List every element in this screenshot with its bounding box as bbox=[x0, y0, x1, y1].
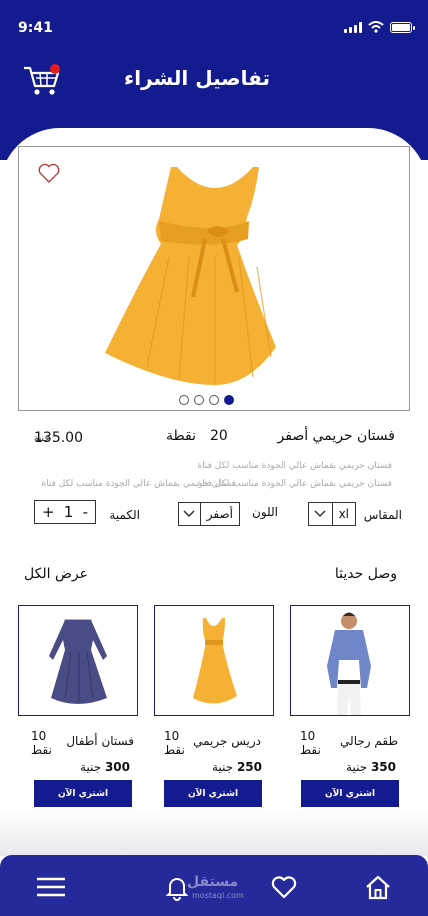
color-value: أصفر bbox=[206, 507, 233, 521]
size-select[interactable]: xl bbox=[308, 502, 356, 526]
points-label: نقطة bbox=[166, 428, 196, 444]
men-outfit-image bbox=[327, 612, 371, 715]
card-name: طقم رجالي bbox=[340, 734, 398, 748]
product-card-image[interactable] bbox=[290, 605, 410, 716]
buy-now-button[interactable]: اشتري الآن bbox=[301, 780, 399, 807]
card-points: 10 نقط bbox=[164, 729, 185, 757]
card-points: 10 نقط bbox=[300, 729, 321, 757]
kids-dress-image bbox=[49, 619, 107, 704]
size-label: المقاس bbox=[363, 508, 402, 522]
menu-icon[interactable] bbox=[36, 873, 66, 901]
status-icons bbox=[344, 21, 415, 33]
card-price-currency: جنية bbox=[212, 760, 234, 774]
quantity-label: الكمية bbox=[109, 508, 140, 522]
buy-now-button[interactable]: اشتري الآن bbox=[34, 780, 132, 807]
card-price-value: 350 bbox=[370, 760, 396, 774]
carousel-dot[interactable] bbox=[179, 395, 189, 405]
home-icon[interactable] bbox=[363, 873, 393, 901]
card-points-value: 10 bbox=[300, 729, 316, 743]
carousel-dots[interactable] bbox=[179, 395, 234, 405]
yellow-dress-image bbox=[105, 167, 276, 385]
buy-now-button[interactable]: اشتري الآن bbox=[164, 780, 262, 807]
carousel-dot-active[interactable] bbox=[224, 395, 234, 405]
quantity-stepper[interactable]: + 1 - bbox=[34, 500, 96, 524]
carousel-dot[interactable] bbox=[194, 395, 204, 405]
product-name: فستان حريمي أصفر bbox=[277, 428, 395, 444]
cart-badge bbox=[50, 64, 60, 74]
color-label: اللون bbox=[252, 505, 278, 519]
card-points-value: 10 bbox=[31, 729, 47, 743]
card-price: 350 جنية bbox=[346, 760, 396, 774]
quantity-value: 1 bbox=[63, 503, 74, 521]
price-currency: جنية bbox=[34, 434, 50, 444]
plus-button[interactable]: + bbox=[42, 503, 55, 521]
wifi-icon bbox=[368, 21, 384, 33]
watermark-sub: mostaql.com bbox=[192, 891, 244, 900]
card-name: فستان أطفال bbox=[66, 734, 134, 748]
product-card-image[interactable] bbox=[18, 605, 138, 716]
chevron-down-icon bbox=[309, 503, 333, 525]
minus-button[interactable]: - bbox=[83, 503, 88, 521]
card-points-unit: نقط bbox=[300, 743, 321, 757]
card-points-value: 10 bbox=[164, 729, 180, 743]
product-card-image[interactable] bbox=[154, 605, 274, 716]
signal-icon bbox=[344, 21, 362, 33]
carousel-dot[interactable] bbox=[209, 395, 219, 405]
card-points-unit: نقط bbox=[31, 743, 52, 757]
status-time: 9:41 bbox=[18, 20, 53, 36]
card-price-value: 250 bbox=[236, 760, 262, 774]
yellow-dress-thumbnail bbox=[193, 618, 237, 704]
points-value: 20 bbox=[209, 428, 228, 444]
heart-icon[interactable] bbox=[269, 873, 299, 901]
product-description-line: فستان حريمي بقماش عالي الجودة مناسب لكل … bbox=[197, 461, 392, 471]
view-all-link[interactable]: عرض الكل bbox=[24, 566, 88, 582]
battery-icon bbox=[390, 21, 415, 33]
size-value: xl bbox=[338, 507, 349, 521]
card-price-currency: جنية bbox=[80, 760, 102, 774]
nav-shadow bbox=[0, 808, 428, 856]
card-points: 10 نقط bbox=[31, 729, 52, 757]
card-price-value: 300 bbox=[104, 760, 130, 774]
section-title-new-arrivals: وصل حديثا bbox=[334, 566, 397, 582]
cart-icon[interactable] bbox=[22, 62, 62, 98]
watermark: مستقل bbox=[187, 874, 239, 890]
card-price-currency: جنية bbox=[346, 760, 368, 774]
card-price: 300 جنية bbox=[80, 760, 130, 774]
card-name: دريس جريمي bbox=[193, 734, 261, 748]
card-price: 250 جنية bbox=[212, 760, 262, 774]
product-image-carousel[interactable] bbox=[18, 146, 410, 411]
card-points-unit: نقط bbox=[164, 743, 185, 757]
page-title: تفاصيل الشراء bbox=[124, 66, 270, 90]
color-select[interactable]: أصفر bbox=[178, 502, 240, 526]
product-description-line: فستان حريمي بقماش عالي الجودة مناسب لكل … bbox=[41, 479, 236, 489]
chevron-down-icon bbox=[179, 503, 201, 525]
bottom-nav: مستقل mostaql.com bbox=[0, 855, 428, 916]
product-points: 20 نقطة bbox=[166, 428, 228, 444]
